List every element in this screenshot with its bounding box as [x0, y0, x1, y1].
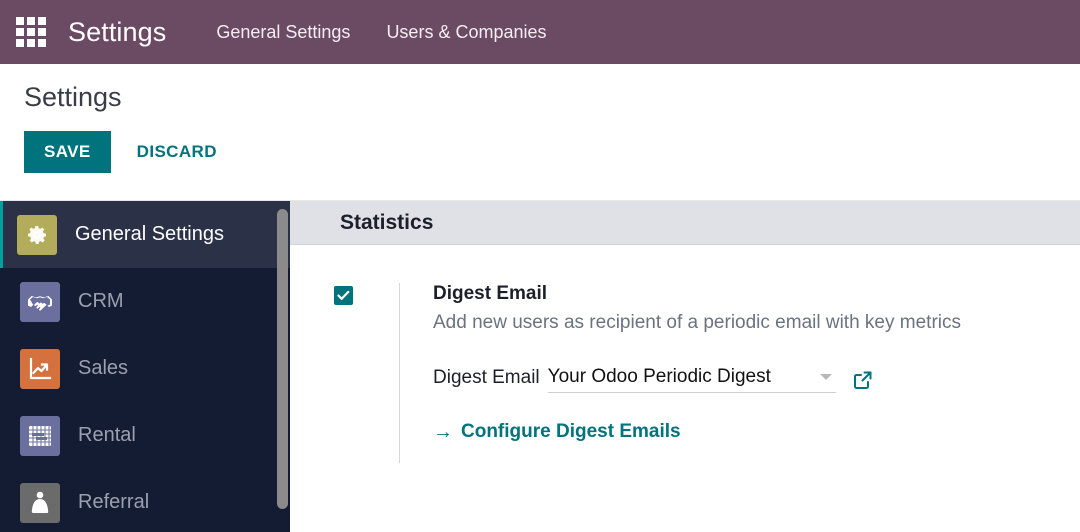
- sidebar-item-rental[interactable]: Rental: [0, 402, 290, 469]
- apps-grid-dot: [38, 39, 46, 47]
- chart-arrow-icon: [20, 348, 60, 389]
- section-header-statistics: Statistics: [290, 201, 1080, 245]
- body-wrapper: General Settings CRM Sales Rental Referr…: [0, 201, 1080, 532]
- digest-email-title: Digest Email: [433, 283, 548, 304]
- configure-digest-emails-link[interactable]: → Configure Digest Emails: [433, 421, 681, 443]
- nav-item-users-companies[interactable]: Users & Companies: [368, 14, 564, 51]
- top-navbar: Settings General Settings Users & Compan…: [0, 0, 1080, 64]
- digest-email-select[interactable]: Your Odoo Periodic Digest: [547, 366, 836, 393]
- apps-grid-dot: [27, 17, 35, 25]
- apps-grid-icon[interactable]: [14, 15, 48, 49]
- section-title: Statistics: [340, 210, 434, 234]
- control-panel: Settings SAVE DISCARD: [0, 64, 1080, 201]
- discard-button[interactable]: DISCARD: [119, 131, 235, 173]
- sidebar-item-sales[interactable]: Sales: [0, 335, 290, 402]
- digest-email-field-row: Digest Email Your Odoo Periodic Digest: [433, 366, 1080, 393]
- handshake-icon: [20, 281, 60, 322]
- digest-email-field-label: Digest Email: [433, 367, 540, 388]
- action-button-row: SAVE DISCARD: [24, 131, 1080, 173]
- digest-email-select-value: Your Odoo Periodic Digest: [547, 366, 771, 387]
- sidebar-item-label: Sales: [78, 357, 129, 379]
- arrow-right-icon: →: [433, 421, 453, 443]
- nav-item-general-settings[interactable]: General Settings: [198, 14, 368, 51]
- apps-grid-dot: [16, 39, 24, 47]
- sidebar-item-crm[interactable]: CRM: [0, 268, 290, 335]
- apps-grid-dot: [16, 28, 24, 36]
- apps-grid-dot: [27, 39, 35, 47]
- save-button[interactable]: SAVE: [24, 131, 111, 173]
- sidebar-scrollbar[interactable]: [277, 209, 288, 509]
- external-link-icon[interactable]: [852, 369, 874, 393]
- chevron-down-icon: [819, 374, 832, 380]
- gear-icon: [17, 214, 57, 255]
- apps-grid-dot: [16, 17, 24, 25]
- sidebar-item-label: CRM: [78, 290, 124, 312]
- digest-setting-detail: Digest Email Add new users as recipient …: [399, 283, 1080, 463]
- navbar-menu: General Settings Users & Companies: [198, 14, 564, 51]
- sidebar-item-label: Referral: [78, 491, 150, 513]
- sidebar-item-label: Rental: [78, 424, 136, 446]
- settings-sidebar: General Settings CRM Sales Rental Referr…: [0, 201, 290, 532]
- setting-block-digest-email: Digest Email Add new users as recipient …: [290, 245, 1080, 463]
- digest-email-description: Add new users as recipient of a periodic…: [433, 312, 962, 333]
- configure-digest-emails-label: Configure Digest Emails: [461, 421, 681, 442]
- app-brand-title[interactable]: Settings: [68, 17, 166, 48]
- caped-person-icon: [20, 482, 60, 523]
- apps-grid-dot: [38, 28, 46, 36]
- calendar-form-icon: [20, 415, 60, 456]
- sidebar-item-general-settings[interactable]: General Settings: [0, 201, 290, 268]
- page-title: Settings: [24, 82, 122, 112]
- apps-grid-dot: [27, 28, 35, 36]
- settings-content: Statistics Digest Email Add new users as…: [290, 201, 1080, 532]
- digest-email-checkbox[interactable]: [334, 286, 353, 305]
- digest-checkbox-cell: [334, 283, 399, 463]
- apps-grid-dot: [38, 17, 46, 25]
- sidebar-item-referral[interactable]: Referral: [0, 469, 290, 532]
- sidebar-item-label: General Settings: [75, 223, 224, 245]
